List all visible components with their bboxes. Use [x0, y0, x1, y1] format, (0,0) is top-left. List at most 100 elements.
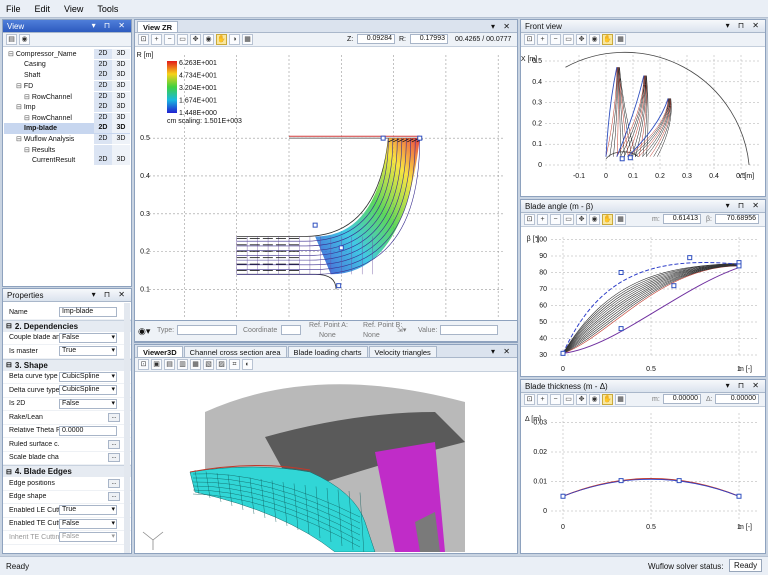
m-field[interactable]: 0.00000: [663, 394, 701, 404]
measure-icon[interactable]: ⇲▾: [397, 326, 406, 334]
view-2d-button[interactable]: 2D: [94, 123, 112, 134]
ellipsis-button[interactable]: ...: [108, 478, 120, 488]
menu-file[interactable]: File: [6, 4, 21, 14]
tree-item[interactable]: ⊟ RowChannel 2D 3D: [4, 112, 130, 124]
hand-tool-icon[interactable]: ✋: [602, 214, 613, 225]
tab-velocity-triangles[interactable]: Velocity triangles: [368, 346, 437, 357]
zoom-out-icon[interactable]: −: [164, 34, 175, 45]
tree-item[interactable]: ⊟ Compressor_Name 2D 3D: [4, 49, 130, 60]
expand-icon[interactable]: ⊟: [24, 115, 30, 122]
property-value[interactable]: False: [59, 398, 117, 409]
collapse-icon[interactable]: ⊟: [6, 361, 12, 369]
tab-blade-loading[interactable]: Blade loading charts: [287, 346, 368, 357]
property-value[interactable]: False: [59, 332, 117, 343]
color-map-icon[interactable]: ◑: [229, 34, 240, 45]
tree-item[interactable]: ⊟ RowChannel 2D 3D: [4, 91, 130, 102]
blade-angle-plot[interactable]: 0 0.5 130405060708090100β [°]m [-]: [521, 227, 765, 375]
grid-options-icon[interactable]: ▦: [615, 214, 626, 225]
front-view-plot[interactable]: -0.1 0 0.1 0.2 0.3 0.4 0.500.10.20.30.40.5X [m…: [521, 47, 765, 195]
pan-icon[interactable]: ✥: [576, 34, 587, 45]
view-back-icon[interactable]: ▧: [203, 359, 214, 370]
view-3d-button[interactable]: 3D: [112, 123, 130, 134]
view-2d-button[interactable]: 2D: [94, 49, 112, 60]
eye-icon[interactable]: ◉▾: [138, 326, 150, 337]
tree-item[interactable]: ⊟ Results: [4, 144, 130, 155]
property-value[interactable]: CubicSpline: [59, 371, 117, 382]
zoom-fit-icon[interactable]: ⊡: [524, 394, 535, 405]
view-3d-button[interactable]: 3D: [112, 112, 130, 123]
hand-tool-icon[interactable]: ✋: [216, 34, 227, 45]
collapse-icon[interactable]: ⊟: [6, 468, 12, 476]
panel-controls-icon[interactable]: ▾ ⊓ ✕: [92, 290, 128, 299]
clipboard-icon[interactable]: ▤: [6, 34, 17, 45]
tab-channel-cross-section[interactable]: Channel cross section area: [183, 346, 287, 357]
menu-tools[interactable]: Tools: [97, 4, 118, 14]
view-iso-icon[interactable]: ▦: [190, 359, 201, 370]
m-field[interactable]: 0.61413: [663, 214, 701, 224]
viewer3d-canvas[interactable]: [135, 372, 517, 552]
view-2d-button[interactable]: 2D: [94, 102, 112, 113]
camera-icon[interactable]: ◉: [589, 394, 600, 405]
grid-options-icon[interactable]: ▦: [242, 34, 253, 45]
view-2d-button[interactable]: 2D: [94, 70, 112, 81]
zoom-window-icon[interactable]: ▭: [563, 214, 574, 225]
view-2d-button[interactable]: 2D: [94, 134, 112, 145]
camera-icon[interactable]: ◉: [589, 34, 600, 45]
tree-item[interactable]: Shaft 2D 3D: [4, 70, 130, 81]
view-top-icon[interactable]: ▥: [177, 359, 188, 370]
view-side-icon[interactable]: ▤: [164, 359, 175, 370]
ellipsis-button[interactable]: ...: [108, 453, 120, 463]
blade-thickness-plot[interactable]: 0 0.5 100.010.020.03Δ [m]m [-]: [521, 407, 765, 553]
tree-item[interactable]: ⊟ Wuflow Analysis 2D 3D: [4, 134, 130, 145]
tree-item[interactable]: CurrentResult 2D 3D: [4, 155, 130, 166]
view-2d-button[interactable]: 2D: [94, 112, 112, 123]
property-value[interactable]: CubicSpline: [59, 385, 117, 396]
tree-item[interactable]: Casing 2D 3D: [4, 59, 130, 71]
tree-item[interactable]: ⊟ Imp 2D 3D: [4, 102, 130, 113]
view-3d-button[interactable]: 3D: [112, 102, 130, 113]
view-2d-button[interactable]: 2D: [94, 59, 112, 70]
property-value[interactable]: 0.0000: [59, 425, 117, 436]
camera-icon[interactable]: ◉: [203, 34, 214, 45]
view-2d-button[interactable]: 2D: [94, 91, 112, 102]
menu-view[interactable]: View: [64, 4, 83, 14]
panel-controls-icon[interactable]: ▾ ✕: [491, 347, 513, 356]
grid-options-icon[interactable]: ▦: [615, 34, 626, 45]
pan-icon[interactable]: ✥: [190, 34, 201, 45]
menu-edit[interactable]: Edit: [35, 4, 51, 14]
property-section[interactable]: ⊟ 4. Blade Edges: [3, 465, 131, 477]
view-3d-button[interactable]: 3D: [112, 70, 130, 81]
property-value[interactable]: False: [59, 518, 117, 529]
pan-icon[interactable]: ✥: [576, 394, 587, 405]
collapse-icon[interactable]: ⊟: [6, 322, 12, 330]
zoom-fit-icon[interactable]: ⊡: [524, 34, 535, 45]
hand-tool-icon[interactable]: ✋: [602, 394, 613, 405]
ellipsis-button[interactable]: ...: [108, 492, 120, 502]
view-3d-button[interactable]: 3D: [112, 91, 130, 102]
render-mode-icon[interactable]: ◐: [242, 359, 253, 370]
value-field[interactable]: [440, 325, 498, 335]
expand-icon[interactable]: ⊟: [16, 136, 22, 143]
zoom-out-icon[interactable]: −: [550, 394, 561, 405]
panel-controls-icon[interactable]: ▾ ⊓ ✕: [92, 21, 128, 30]
zoom-fit-icon[interactable]: ⊡: [138, 359, 149, 370]
view-3d-button[interactable]: 3D: [112, 49, 130, 60]
camera-icon[interactable]: ◉: [589, 214, 600, 225]
expand-icon[interactable]: ⊟: [8, 51, 14, 58]
zoom-in-icon[interactable]: +: [151, 34, 162, 45]
property-value[interactable]: True: [59, 346, 117, 357]
ellipsis-button[interactable]: ...: [108, 439, 120, 449]
view-3d-button[interactable]: 3D: [112, 155, 130, 166]
coordinate-select[interactable]: [281, 325, 301, 335]
zoom-window-icon[interactable]: ▭: [177, 34, 188, 45]
zoom-out-icon[interactable]: −: [550, 34, 561, 45]
prop-scrollbar[interactable]: [124, 303, 130, 553]
delta-field[interactable]: 0.00000: [715, 394, 759, 404]
zoom-in-icon[interactable]: +: [537, 214, 548, 225]
zoom-window-icon[interactable]: ▭: [563, 34, 574, 45]
view-zr-plot[interactable]: -0.2-0.100.10.20.30.40.10.20.30.40.5R [m…: [135, 47, 517, 341]
beta-field[interactable]: 70.68956: [715, 214, 759, 224]
property-value[interactable]: True: [59, 505, 117, 516]
view-3d-button[interactable]: 3D: [112, 134, 130, 145]
view-3d-button[interactable]: 3D: [112, 59, 130, 70]
